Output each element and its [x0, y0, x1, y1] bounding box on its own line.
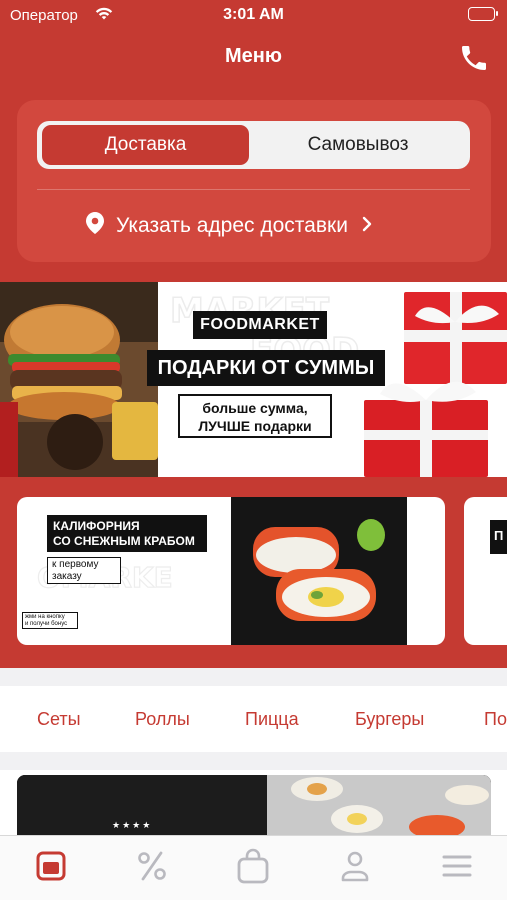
category-tab-rolls[interactable]: Роллы	[135, 709, 190, 730]
percent-icon	[138, 851, 166, 881]
category-tab-burgers[interactable]: Бургеры	[355, 709, 424, 730]
banner-subtitle-line1: больше сумма,	[202, 400, 308, 416]
promo-next-title: П	[490, 520, 507, 554]
tab-menu[interactable]	[34, 848, 68, 884]
pickup-mode-option[interactable]: Самовывоз	[250, 125, 466, 165]
promo-small-line1: жми на кнопку	[25, 614, 65, 620]
promo-small-line2: и получи бонус	[25, 621, 68, 627]
promo-subtitle-line1: к первому	[52, 559, 99, 570]
card-divider	[37, 189, 470, 190]
section-separator	[0, 668, 507, 686]
page-title: Меню	[225, 45, 282, 67]
battery-icon	[468, 7, 498, 21]
tab-more[interactable]	[440, 848, 474, 884]
address-prompt: Указать адрес доставки	[116, 214, 348, 237]
banner-title: ПОДАРКИ ОТ СУММЫ	[147, 350, 385, 386]
status-bar: Оператор 3:01 AM	[0, 0, 507, 32]
address-selector[interactable]: Указать адрес доставки	[86, 209, 372, 243]
section-separator	[0, 752, 507, 770]
promo-small-note: жми на кнопку и получи бонус	[22, 612, 78, 629]
category-tab-sets[interactable]: Сеты	[37, 709, 81, 730]
product-card[interactable]	[17, 775, 491, 835]
category-tab-more[interactable]: По	[484, 709, 507, 730]
rating-stars-decoration: ★★★★	[112, 820, 153, 830]
promo-title: КАЛИФОРНИЯ СО СНЕЖНЫМ КРАБОМ	[47, 515, 207, 552]
status-time: 3:01 AM	[223, 6, 284, 23]
menu-icon	[36, 851, 66, 881]
sushi-photo	[231, 497, 407, 645]
phone-icon	[462, 46, 486, 70]
profile-icon	[341, 851, 369, 882]
banner-brand: FOODMARKET	[193, 311, 327, 339]
bag-icon	[237, 848, 269, 884]
phone-button[interactable]	[458, 42, 490, 74]
promo-title-line1: КАЛИФОРНИЯ	[53, 519, 140, 533]
tab-cart[interactable]	[236, 848, 270, 884]
banner-subtitle-line2: ЛУЧШЕ подарки	[198, 418, 312, 434]
chevron-right-icon	[362, 214, 372, 238]
promo-subtitle: к первому заказу	[47, 557, 121, 584]
tab-profile[interactable]	[338, 848, 372, 884]
promo-title-line2: СО СНЕЖНЫМ КРАБОМ	[53, 534, 195, 548]
banner-subtitle: больше сумма, ЛУЧШЕ подарки	[178, 394, 332, 438]
promo-subtitle-line2: заказу	[52, 571, 82, 582]
delivery-mode-option[interactable]: Доставка	[42, 125, 249, 165]
location-pin-icon	[86, 212, 104, 240]
category-tab-pizza[interactable]: Пицца	[245, 709, 299, 730]
tab-promotions[interactable]	[135, 848, 169, 884]
hamburger-icon	[442, 855, 472, 877]
product-photo	[17, 775, 491, 835]
